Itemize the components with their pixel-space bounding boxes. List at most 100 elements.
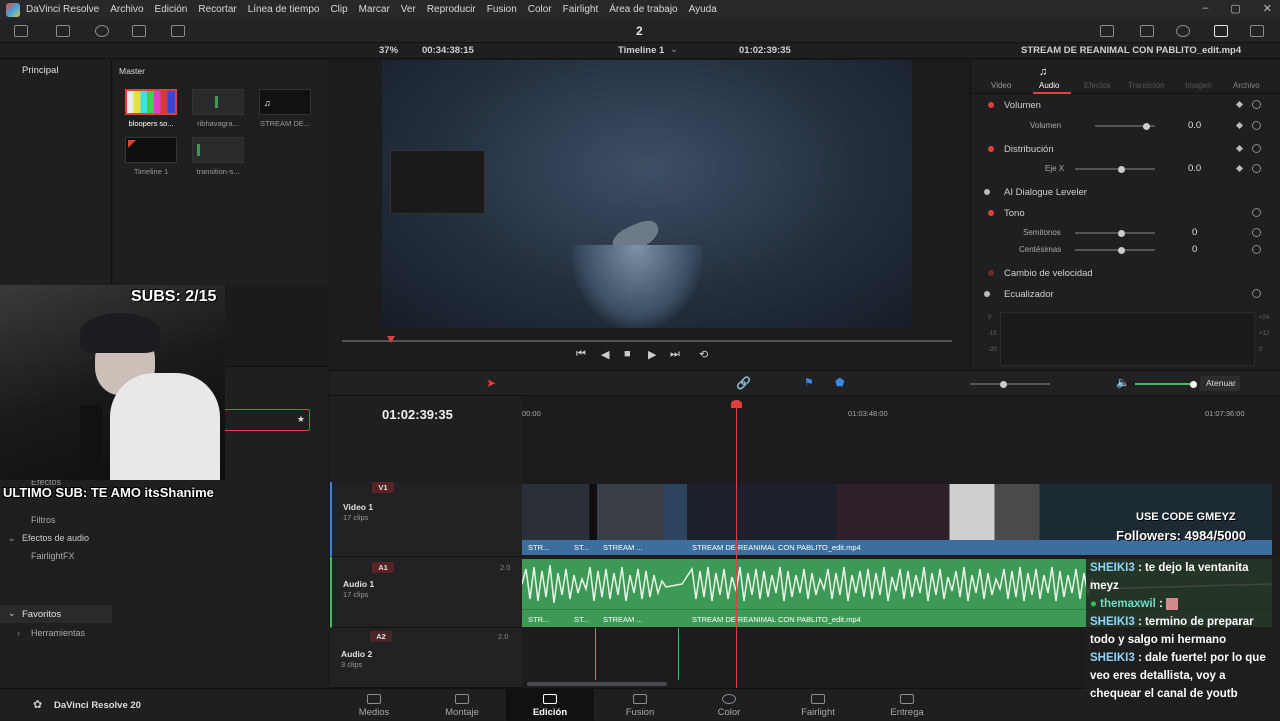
menu-fairlight[interactable]: Fairlight: [563, 4, 599, 15]
viewer-frame[interactable]: [382, 60, 912, 328]
cambio-velocidad-title[interactable]: Cambio de velocidad: [1004, 268, 1093, 279]
dialogue-leveler-title[interactable]: AI Dialogue Leveler: [1004, 187, 1087, 198]
keyframe-icon[interactable]: [1235, 121, 1244, 130]
close-icon[interactable]: ✕: [1263, 2, 1272, 15]
effects-search-field[interactable]: ★: [224, 409, 310, 431]
loop-icon[interactable]: ⟲: [699, 348, 708, 361]
clip-thumb-bloopers[interactable]: [125, 89, 177, 115]
maximize-icon[interactable]: ▢: [1230, 2, 1240, 15]
centesimas-value[interactable]: 0: [1192, 244, 1197, 255]
volumen-enable-dot[interactable]: [988, 102, 994, 108]
clip-thumb-timeline[interactable]: [125, 137, 177, 163]
effects-item-fairlightfx[interactable]: FairlightFX: [31, 551, 75, 561]
play-icon[interactable]: ▶: [648, 348, 656, 361]
mixer-icon[interactable]: [1140, 25, 1154, 37]
go-to-start-icon[interactable]: ⏮: [576, 348, 586, 361]
timeline-zoom-slider[interactable]: [970, 380, 1050, 388]
menu-app[interactable]: DaVinci Resolve: [26, 4, 99, 15]
menu-linea-de-tiempo[interactable]: Línea de tiempo: [248, 4, 320, 15]
page-tab-edicion[interactable]: Edición: [506, 689, 594, 721]
menu-recortar[interactable]: Recortar: [198, 4, 236, 15]
reset-icon[interactable]: [1252, 100, 1261, 109]
herramientas-item[interactable]: Herramientas: [31, 628, 85, 638]
page-tab-fairlight[interactable]: Fairlight: [774, 689, 862, 721]
eje-x-slider[interactable]: [1075, 165, 1155, 173]
clip-thumb-ribhavagra[interactable]: [192, 89, 244, 115]
track-header-a1[interactable]: A1 2.0 Audio 1 17 clips: [330, 557, 522, 628]
playhead-handle[interactable]: [731, 400, 742, 408]
speaker-icon[interactable]: 🔈: [1116, 376, 1130, 389]
reset-icon[interactable]: [1252, 228, 1261, 237]
scrubber-playhead[interactable]: [387, 336, 395, 343]
reset-icon[interactable]: [1252, 144, 1261, 153]
marker-icon[interactable]: ⬟: [835, 376, 845, 389]
reset-icon[interactable]: [1252, 208, 1261, 217]
volume-slider[interactable]: [1135, 380, 1197, 388]
inspector-tab-archivo[interactable]: Archivo: [1233, 81, 1260, 90]
chevron-down-icon[interactable]: ⌄: [670, 44, 678, 55]
keyframe-icon[interactable]: [1235, 100, 1244, 109]
workspace-icon[interactable]: [1250, 25, 1264, 37]
stop-icon[interactable]: ■: [624, 348, 631, 360]
zoom-level[interactable]: 37%: [379, 45, 398, 56]
page-tab-montaje[interactable]: Montaje: [418, 689, 506, 721]
metadata-icon[interactable]: [1176, 25, 1190, 37]
bin-principal[interactable]: Principal: [22, 65, 58, 76]
reset-icon[interactable]: [1252, 245, 1261, 254]
menu-ayuda[interactable]: Ayuda: [689, 4, 717, 15]
inspector-tab-imagen[interactable]: Imagen: [1185, 81, 1212, 90]
selection-tool-icon[interactable]: ➤: [486, 376, 496, 390]
inspector-tab-transicion[interactable]: Transición: [1128, 81, 1165, 90]
keyframe-icon[interactable]: [1235, 144, 1244, 153]
sound-library-icon[interactable]: [171, 25, 185, 37]
semitonos-value[interactable]: 0: [1192, 227, 1197, 238]
atenuar-button[interactable]: Atenuar: [1200, 376, 1240, 391]
share-icon[interactable]: [1100, 25, 1114, 37]
go-to-end-icon[interactable]: ⏭: [670, 348, 680, 361]
chevron-down-icon[interactable]: ⌄: [8, 533, 16, 544]
star-icon[interactable]: ★: [297, 414, 305, 425]
bin-master[interactable]: Master: [119, 66, 145, 76]
eje-x-value[interactable]: 0.0: [1188, 163, 1201, 174]
reset-icon[interactable]: [1252, 121, 1261, 130]
inspector-icon[interactable]: [1214, 25, 1228, 37]
viewer-scrubber[interactable]: [342, 336, 952, 343]
page-tab-medios[interactable]: Medios: [330, 689, 418, 721]
track-header-v1[interactable]: V1 Video 1 17 clips: [330, 482, 522, 557]
track-tag-a1[interactable]: A1: [372, 562, 394, 573]
timeline-selector[interactable]: Timeline 1: [618, 45, 664, 56]
effects-item-filtros[interactable]: Filtros: [31, 515, 56, 525]
menu-area-de-trabajo[interactable]: Área de trabajo: [609, 4, 677, 15]
effects-item-audio[interactable]: Efectos de audio: [22, 533, 89, 543]
keyframe-icon[interactable]: [1235, 164, 1244, 173]
centesimas-slider[interactable]: [1075, 246, 1155, 254]
timeline-scrollbar[interactable]: [527, 682, 667, 686]
menu-edicion[interactable]: Edición: [155, 4, 188, 15]
timeline-ruler[interactable]: 00:00 01:03:48:00 01:07:36:00: [522, 396, 1280, 482]
track-tag-v1[interactable]: V1: [372, 482, 394, 493]
clip-thumb-stream[interactable]: ♫: [259, 89, 311, 115]
inspector-tab-audio[interactable]: Audio: [1039, 81, 1059, 90]
eq-graph[interactable]: 0 -15 -20 +24 +12 0: [988, 312, 1269, 366]
volumen-slider[interactable]: [1095, 122, 1155, 130]
flag-icon[interactable]: ⚑: [804, 376, 814, 389]
page-tab-entrega[interactable]: Entrega: [863, 689, 951, 721]
favoritos-header[interactable]: ⌄ Favoritos: [0, 605, 112, 623]
menu-ver[interactable]: Ver: [401, 4, 416, 15]
dialogue-leveler-dot[interactable]: [984, 189, 990, 195]
volumen-value[interactable]: 0.0: [1188, 120, 1201, 131]
distribucion-enable-dot[interactable]: [988, 146, 994, 152]
menu-marcar[interactable]: Marcar: [359, 4, 390, 15]
timeline-playhead[interactable]: [731, 400, 742, 688]
media-pool-icon[interactable]: [14, 25, 28, 37]
cambio-velocidad-dot[interactable]: [988, 270, 994, 276]
menu-archivo[interactable]: Archivo: [110, 4, 143, 15]
clip-thumb-transition[interactable]: [192, 137, 244, 163]
track-header-a2[interactable]: A2 2.0 Audio 2 3 clips: [330, 628, 522, 688]
menu-clip[interactable]: Clip: [330, 4, 347, 15]
track-tag-a2[interactable]: A2: [370, 631, 392, 642]
link-icon[interactable]: 🔗: [736, 376, 751, 390]
inspector-tab-efectos[interactable]: Efectos: [1084, 81, 1111, 90]
chevron-right-icon[interactable]: ›: [17, 628, 20, 638]
minimize-icon[interactable]: –: [1202, 2, 1208, 15]
